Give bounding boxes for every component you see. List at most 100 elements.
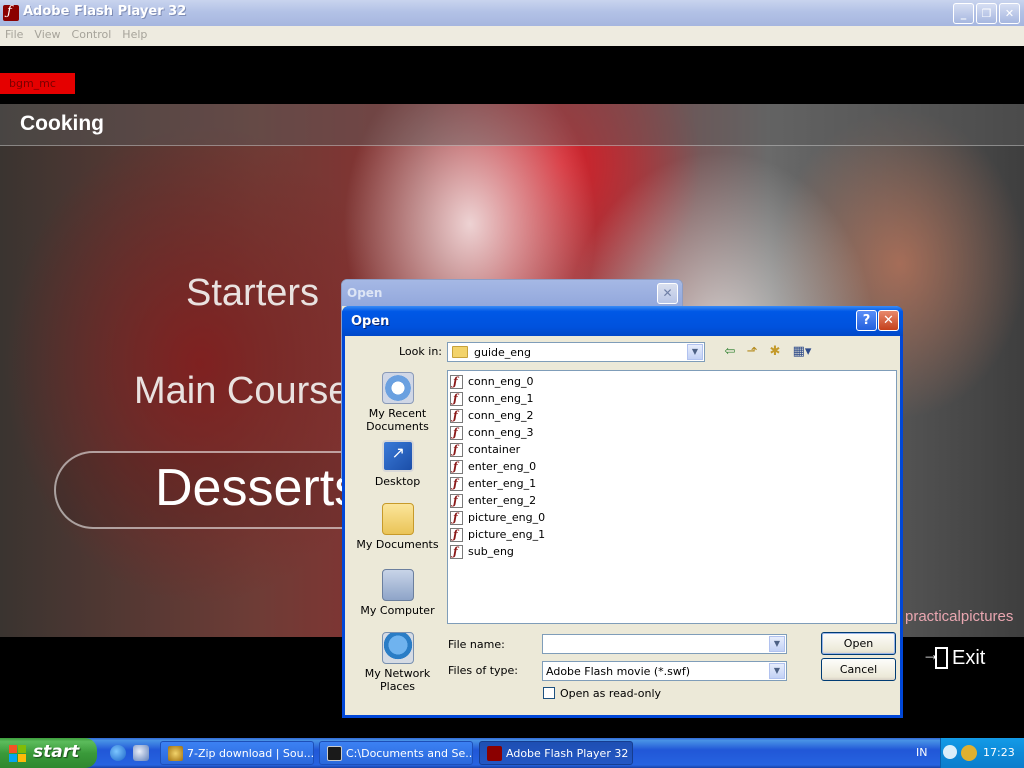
file-list[interactable]: conn_eng_0 conn_eng_1 conn_eng_2 conn_en… xyxy=(447,370,897,624)
desktop-screen: Adobe Flash Player 32 _ ❐ ✕ FileViewCont… xyxy=(0,0,1024,768)
files-of-type-value: Adobe Flash movie (*.swf) xyxy=(546,665,691,678)
place-label: My Network Places xyxy=(364,667,431,693)
inactive-dialog-title: Open xyxy=(342,280,682,306)
menu-desserts[interactable]: Desserts xyxy=(155,458,360,518)
swf-file-icon xyxy=(450,510,463,525)
place-recent-documents[interactable]: My Recent Documents xyxy=(354,372,441,433)
task-label: 7-Zip download | Sou... xyxy=(187,747,314,760)
system-tray: 17:23 xyxy=(940,738,1024,768)
menu-help[interactable]: Help xyxy=(117,26,153,41)
view-menu-icon[interactable]: ▦▾ xyxy=(790,344,814,360)
recent-documents-icon xyxy=(381,372,414,404)
flash-player-icon xyxy=(487,746,502,761)
exit-button[interactable]: Exit xyxy=(922,644,986,670)
swf-file-icon xyxy=(450,476,463,491)
exit-icon xyxy=(922,644,948,669)
files-of-type-select[interactable]: Adobe Flash movie (*.swf) ▼ xyxy=(542,661,787,681)
files-of-type-label: Files of type: xyxy=(448,664,519,677)
place-network-places[interactable]: My Network Places xyxy=(354,632,441,693)
inactive-dialog-close-button[interactable]: ✕ xyxy=(657,283,678,304)
minimize-button[interactable]: _ xyxy=(953,3,974,24)
exit-label: Exit xyxy=(952,647,986,669)
menu-starters[interactable]: Starters xyxy=(186,272,319,315)
network-places-icon xyxy=(381,632,414,664)
taskbar: start 7-Zip download | Sou... C:\Documen… xyxy=(0,738,1024,768)
dialog-close-button[interactable]: ✕ xyxy=(878,310,899,331)
chevron-down-icon[interactable]: ▼ xyxy=(769,663,785,679)
menu-file[interactable]: File xyxy=(0,26,29,41)
open-button[interactable]: Open xyxy=(821,632,896,655)
list-item[interactable]: conn_eng_3 xyxy=(450,425,533,442)
my-computer-icon xyxy=(381,569,414,601)
dialog-title: Open xyxy=(342,306,903,336)
place-my-documents[interactable]: My Documents xyxy=(354,503,441,551)
place-my-computer[interactable]: My Computer xyxy=(354,569,441,617)
taskbar-item-7zip-browser[interactable]: 7-Zip download | Sou... xyxy=(160,741,314,765)
swf-file-icon xyxy=(450,544,463,559)
place-label: My Recent Documents xyxy=(366,407,429,433)
header-band xyxy=(0,104,1024,146)
swf-file-icon xyxy=(450,408,463,423)
taskbar-item-7zip-explorer[interactable]: C:\Documents and Se... xyxy=(319,741,473,765)
show-desktop-icon[interactable] xyxy=(133,745,149,761)
task-label: Adobe Flash Player 32 xyxy=(506,747,629,760)
read-only-label: Open as read-only xyxy=(560,687,662,700)
read-only-checkbox[interactable] xyxy=(543,687,555,699)
look-in-label: Look in: xyxy=(399,345,442,358)
language-indicator[interactable]: IN xyxy=(916,746,927,759)
internet-explorer-icon[interactable] xyxy=(110,745,126,761)
place-label: My Documents xyxy=(356,538,439,551)
up-folder-icon[interactable]: ⬏ xyxy=(743,344,761,360)
window-title: Adobe Flash Player 32 xyxy=(23,4,187,19)
list-item[interactable]: conn_eng_1 xyxy=(450,391,533,408)
swf-file-icon xyxy=(450,442,463,457)
help-button[interactable]: ? xyxy=(856,310,877,331)
look-in-combo[interactable]: guide_eng ▼ xyxy=(447,342,705,362)
list-item[interactable]: enter_eng_2 xyxy=(450,493,536,510)
list-item[interactable]: container xyxy=(450,442,520,459)
menu-control[interactable]: Control xyxy=(67,26,118,41)
clock: 17:23 xyxy=(983,746,1015,759)
swf-file-icon xyxy=(450,391,463,406)
7zip-icon xyxy=(327,746,342,761)
look-in-value: guide_eng xyxy=(474,346,531,359)
swf-file-icon xyxy=(450,527,463,542)
list-item[interactable]: enter_eng_0 xyxy=(450,459,536,476)
menu-view[interactable]: View xyxy=(29,26,66,41)
swf-file-icon xyxy=(450,493,463,508)
list-item[interactable]: picture_eng_1 xyxy=(450,527,545,544)
chevron-down-icon[interactable]: ▼ xyxy=(687,344,703,360)
close-button[interactable]: ✕ xyxy=(999,3,1020,24)
browser-icon xyxy=(168,746,183,761)
list-item[interactable]: conn_eng_2 xyxy=(450,408,533,425)
flash-player-icon[interactable] xyxy=(3,4,19,21)
open-dialog: Open ? ✕ Look in: guide_eng ▼ ⇦ ⬏ ✱ ▦▾ M… xyxy=(342,306,903,718)
my-documents-icon xyxy=(381,503,414,535)
cancel-button[interactable]: Cancel xyxy=(821,658,896,681)
place-label: Desktop xyxy=(374,475,421,488)
start-button[interactable]: start xyxy=(0,738,97,768)
list-item[interactable]: sub_eng xyxy=(450,544,514,561)
file-name-field[interactable]: ▼ xyxy=(542,634,787,654)
menu-main-course[interactable]: Main Course xyxy=(134,370,349,413)
chevron-down-icon[interactable]: ▼ xyxy=(769,636,785,652)
place-desktop[interactable]: Desktop xyxy=(354,440,441,488)
folder-icon xyxy=(452,346,468,358)
swf-file-icon xyxy=(450,425,463,440)
file-name-label: File name: xyxy=(448,638,505,651)
security-icon[interactable] xyxy=(961,745,977,761)
list-item[interactable]: conn_eng_0 xyxy=(450,374,533,391)
maximize-button[interactable]: ❐ xyxy=(976,3,997,24)
list-item[interactable]: enter_eng_1 xyxy=(450,476,536,493)
windows-logo-icon xyxy=(9,745,26,762)
swf-file-icon xyxy=(450,374,463,389)
taskbar-item-flash-player[interactable]: Adobe Flash Player 32 xyxy=(479,741,633,765)
page-title: Cooking xyxy=(20,112,104,135)
back-icon[interactable]: ⇦ xyxy=(721,344,739,360)
new-folder-icon[interactable]: ✱ xyxy=(766,344,784,360)
brand-logo: practicalpictures xyxy=(905,608,1014,625)
list-item[interactable]: picture_eng_0 xyxy=(450,510,545,527)
window-titlebar[interactable]: Adobe Flash Player 32 _ ❐ ✕ xyxy=(0,0,1024,26)
menu-bar: File View Control Help xyxy=(0,26,1024,46)
network-icon[interactable] xyxy=(943,745,957,759)
